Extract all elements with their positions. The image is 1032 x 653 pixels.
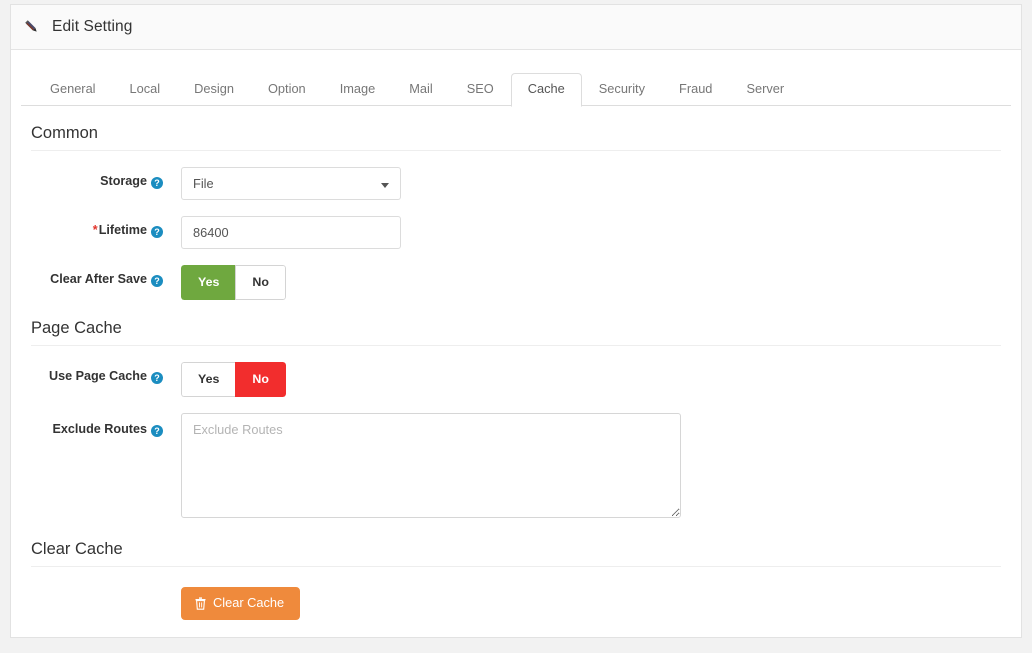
help-icon[interactable]: ? [151,372,163,384]
required-asterisk: * [92,223,98,237]
chevron-down-icon [381,183,389,188]
form-row-storage: Storage? File [31,151,1001,200]
trash-icon [195,597,206,610]
use-page-cache-toggle: Yes No [181,362,286,397]
help-icon[interactable]: ? [151,226,163,238]
form-row-use-page-cache: Use Page Cache? Yes No [31,346,1001,397]
tab-local[interactable]: Local [113,73,178,107]
storage-select[interactable]: File [181,167,401,200]
help-icon[interactable]: ? [151,177,163,189]
clear-after-save-yes[interactable]: Yes [181,265,236,300]
storage-control: File [181,167,1001,200]
clear-cache-button[interactable]: Clear Cache [181,587,301,620]
use-page-cache-yes[interactable]: Yes [181,362,236,397]
tab-design[interactable]: Design [177,73,251,107]
lifetime-label-text: Lifetime [98,223,147,237]
use-page-cache-label: Use Page Cache? [31,362,181,384]
lifetime-input[interactable] [181,216,401,249]
clear-after-save-label: Clear After Save? [31,265,181,287]
use-page-cache-control: Yes No [181,362,1001,397]
section-common-title: Common [31,124,98,142]
storage-label-text: Storage [100,174,147,188]
use-page-cache-label-text: Use Page Cache [48,369,147,383]
help-icon[interactable]: ? [151,425,163,437]
storage-label: Storage? [31,167,181,189]
clear-cache-spacer [31,587,181,594]
clear-after-save-toggle: Yes No [181,265,286,300]
tab-option[interactable]: Option [251,73,323,107]
form-row-lifetime: *Lifetime? [31,200,1001,249]
storage-select-value: File [193,176,214,191]
help-icon[interactable]: ? [151,275,163,287]
clear-after-save-control: Yes No [181,265,1001,300]
lifetime-control [181,216,1001,249]
page-title: Edit Setting [52,18,133,35]
clear-after-save-no[interactable]: No [235,265,286,300]
section-clear-cache-title: Clear Cache [31,540,123,558]
tab-image[interactable]: Image [323,73,393,107]
edit-setting-panel: Edit Setting General Local Design Option… [10,4,1022,638]
clear-after-save-label-text: Clear After Save [50,272,147,286]
use-page-cache-no[interactable]: No [235,362,286,397]
tab-fraud[interactable]: Fraud [662,73,729,107]
tab-cache[interactable]: Cache [510,73,582,107]
exclude-routes-textarea[interactable] [181,413,681,518]
panel-header: Edit Setting [11,5,1021,50]
clear-cache-control: Clear Cache [181,587,1001,620]
section-common: Common Storage? File *Lifetime? 86400 Cl… [31,106,1001,300]
settings-tabs: General Local Design Option Image Mail S… [21,62,1011,107]
tab-seo[interactable]: SEO [450,73,511,107]
section-page-cache-title: Page Cache [31,319,122,337]
section-page-cache: Page Cache Use Page Cache? Yes No Exclud… [31,300,1001,518]
tab-general[interactable]: General [33,73,113,107]
form-row-exclude-routes: Exclude Routes? [31,397,1001,518]
exclude-routes-control [181,413,1001,518]
clear-cache-button-label: Clear Cache [213,595,285,611]
exclude-routes-label-text: Exclude Routes [52,422,147,436]
lifetime-label: *Lifetime? [31,216,181,238]
form-row-clear-cache: Clear Cache [31,567,1001,620]
tab-mail[interactable]: Mail [392,73,449,107]
tab-security[interactable]: Security [582,73,662,107]
exclude-routes-label: Exclude Routes? [31,413,181,437]
tab-server[interactable]: Server [729,73,801,107]
form-row-clear-after-save: Clear After Save? Yes No [31,249,1001,300]
section-clear-cache: Clear Cache Clear Cache [31,518,1001,620]
pencil-icon [23,18,41,36]
